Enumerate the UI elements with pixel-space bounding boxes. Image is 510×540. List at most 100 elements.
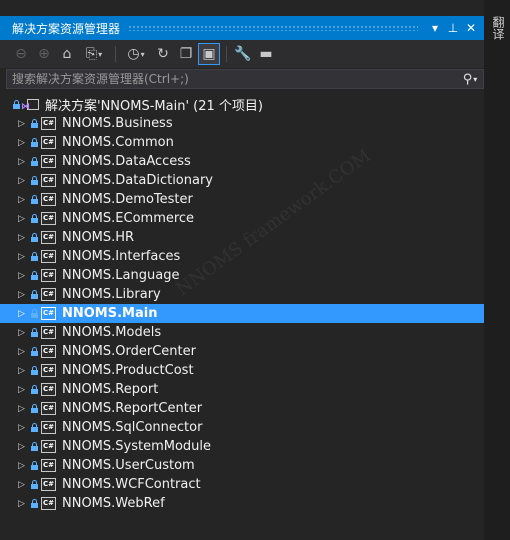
expand-arrow-icon[interactable]: ▷ — [18, 138, 28, 148]
project-node[interactable]: ▷ C# NNOMS.Models — [0, 323, 484, 342]
pin-icon[interactable]: ⊥ — [444, 18, 462, 38]
properties-icon[interactable]: 🔧 — [232, 43, 254, 65]
sync-icon[interactable]: ↻ — [152, 43, 174, 65]
toolbar-separator — [226, 46, 227, 62]
expand-arrow-icon[interactable]: ▷ — [18, 252, 28, 262]
close-icon[interactable]: ✕ — [462, 18, 480, 38]
expand-arrow-icon[interactable]: ▷ — [18, 271, 28, 281]
expand-arrow-icon[interactable]: ▷ — [18, 442, 28, 452]
dropdown-icon[interactable]: ▾ — [426, 18, 444, 38]
expand-arrow-icon[interactable]: ▷ — [18, 119, 28, 129]
project-label: NNOMS.Models — [62, 325, 162, 340]
project-label: NNOMS.Language — [62, 268, 180, 283]
lock-icon — [31, 499, 38, 508]
project-label: NNOMS.WCFContract — [62, 477, 201, 492]
project-node[interactable]: ▷ C# NNOMS.UserCustom — [0, 456, 484, 475]
project-node[interactable]: ▷ C# NNOMS.DemoTester — [0, 190, 484, 209]
solution-icon: ⋈ — [21, 98, 39, 112]
expand-arrow-icon[interactable]: ▷ — [18, 366, 28, 376]
csharp-project-icon: C# — [41, 497, 56, 510]
expand-arrow-icon[interactable]: ▷ — [18, 480, 28, 490]
lock-icon — [31, 290, 38, 299]
search-box[interactable]: ⚲▾ — [6, 69, 484, 89]
project-node[interactable]: ▷ C# NNOMS.Language — [0, 266, 484, 285]
preview-icon[interactable]: ▬ — [255, 43, 277, 65]
expand-arrow-icon[interactable]: ▷ — [18, 347, 28, 357]
dropdown-arrow-icon[interactable]: ▾ — [98, 50, 102, 59]
project-node[interactable]: ▷ C# NNOMS.SqlConnector — [0, 418, 484, 437]
csharp-project-icon: C# — [41, 307, 56, 320]
project-node[interactable]: ▷ C# NNOMS.WebRef — [0, 494, 484, 513]
project-node[interactable]: ▷ C# NNOMS.ECommerce — [0, 209, 484, 228]
pending-changes-filter-icon[interactable]: ◷ ▾ — [121, 43, 151, 65]
expand-arrow-icon[interactable]: ▷ — [18, 290, 28, 300]
csharp-project-icon: C# — [41, 117, 56, 130]
project-node[interactable]: ▷ C# NNOMS.Business — [0, 114, 484, 133]
project-node[interactable]: ▷ C# NNOMS.OrderCenter — [0, 342, 484, 361]
project-node[interactable]: ▷ C# NNOMS.DataAccess — [0, 152, 484, 171]
switch-views-icon[interactable]: ⎘ ▾ — [79, 43, 109, 65]
project-node[interactable]: ▷ C# NNOMS.Report — [0, 380, 484, 399]
project-node[interactable]: ▷ C# NNOMS.SystemModule — [0, 437, 484, 456]
home-icon[interactable]: ⌂ — [56, 43, 78, 65]
expand-arrow-icon[interactable]: ▷ — [18, 176, 28, 186]
project-label: NNOMS.ECommerce — [62, 211, 195, 226]
search-icon[interactable]: ⚲ ▾ — [457, 72, 483, 87]
expand-arrow-icon[interactable]: ▷ — [18, 423, 28, 433]
dropdown-arrow-icon[interactable]: ▾ — [141, 50, 145, 59]
forward-icon[interactable]: ⊕ — [33, 43, 55, 65]
project-label: NNOMS.OrderCenter — [62, 344, 196, 359]
lock-icon — [31, 404, 38, 413]
project-node[interactable]: ▷ C# NNOMS.ProductCost — [0, 361, 484, 380]
project-node[interactable]: ▷ C# NNOMS.ReportCenter — [0, 399, 484, 418]
collapse-all-icon[interactable]: ❐ — [175, 43, 197, 65]
solution-explorer-panel: 解决方案资源管理器 ▾⊥✕ ⊖⊕⌂⎘▾◷▾↻❐▣🔧▬ ⚲▾ ⋈ 解决方案'NNO… — [0, 0, 484, 540]
expand-arrow-icon[interactable]: ▷ — [18, 499, 28, 509]
project-label: NNOMS.SqlConnector — [62, 420, 203, 435]
csharp-project-icon: C# — [41, 402, 56, 415]
lock-icon — [31, 157, 38, 166]
csharp-project-icon: C# — [41, 174, 56, 187]
solution-node[interactable]: ⋈ 解决方案'NNOMS-Main' (21 个项目) — [0, 95, 484, 114]
lock-icon — [31, 442, 38, 451]
project-node[interactable]: ▷ C# NNOMS.DataDictionary — [0, 171, 484, 190]
project-node[interactable]: ▷ C# NNOMS.WCFContract — [0, 475, 484, 494]
csharp-project-icon: C# — [41, 326, 56, 339]
side-tab-translate[interactable]: 翻译 — [490, 16, 507, 40]
solution-tree: ⋈ 解决方案'NNOMS-Main' (21 个项目) ▷ C# NNOMS.Bus… — [0, 95, 484, 513]
expand-arrow-icon[interactable]: ▷ — [18, 309, 28, 319]
project-label: NNOMS.Library — [62, 287, 161, 302]
project-node[interactable]: ▷ C# NNOMS.Main — [0, 304, 484, 323]
expand-arrow-icon[interactable]: ▷ — [18, 233, 28, 243]
panel-titlebar[interactable]: 解决方案资源管理器 ▾ ⊥ ✕ — [0, 16, 484, 40]
project-node[interactable]: ▷ C# NNOMS.Library — [0, 285, 484, 304]
project-node[interactable]: ▷ C# NNOMS.Common — [0, 133, 484, 152]
csharp-project-icon: C# — [41, 421, 56, 434]
expand-arrow-icon[interactable]: ▷ — [18, 195, 28, 205]
search-input[interactable] — [7, 71, 457, 87]
csharp-project-icon: C# — [41, 345, 56, 358]
project-label: NNOMS.ReportCenter — [62, 401, 203, 416]
expand-arrow-icon[interactable]: ▷ — [18, 157, 28, 167]
back-icon[interactable]: ⊖ — [10, 43, 32, 65]
panel-title: 解决方案资源管理器 — [12, 21, 121, 36]
csharp-project-icon: C# — [41, 364, 56, 377]
lock-icon — [31, 328, 38, 337]
expand-arrow-icon[interactable]: ▷ — [18, 214, 28, 224]
project-label: NNOMS.ProductCost — [62, 363, 194, 378]
expand-arrow-icon[interactable]: ▷ — [18, 385, 28, 395]
expand-arrow-icon[interactable]: ▷ — [18, 328, 28, 338]
project-label: NNOMS.Interfaces — [62, 249, 181, 264]
csharp-project-icon: C# — [41, 231, 56, 244]
project-label: NNOMS.Business — [62, 116, 173, 131]
solution-explorer-toolbar: ⊖ ⊕ ⌂ ⎘ ▾ ◷ ▾ ↻ ❐ ▣ 🔧 ▬ — [0, 40, 484, 68]
project-label: NNOMS.DemoTester — [62, 192, 193, 207]
project-label: NNOMS.SystemModule — [62, 439, 212, 454]
project-label: NNOMS.HR — [62, 230, 135, 245]
expand-arrow-icon[interactable]: ▷ — [18, 404, 28, 414]
csharp-project-icon: C# — [41, 212, 56, 225]
toolbar-separator — [115, 46, 116, 62]
expand-arrow-icon[interactable]: ▷ — [18, 461, 28, 471]
show-all-files-icon[interactable]: ▣ — [198, 43, 220, 65]
titlebar-grip[interactable] — [128, 25, 418, 31]
